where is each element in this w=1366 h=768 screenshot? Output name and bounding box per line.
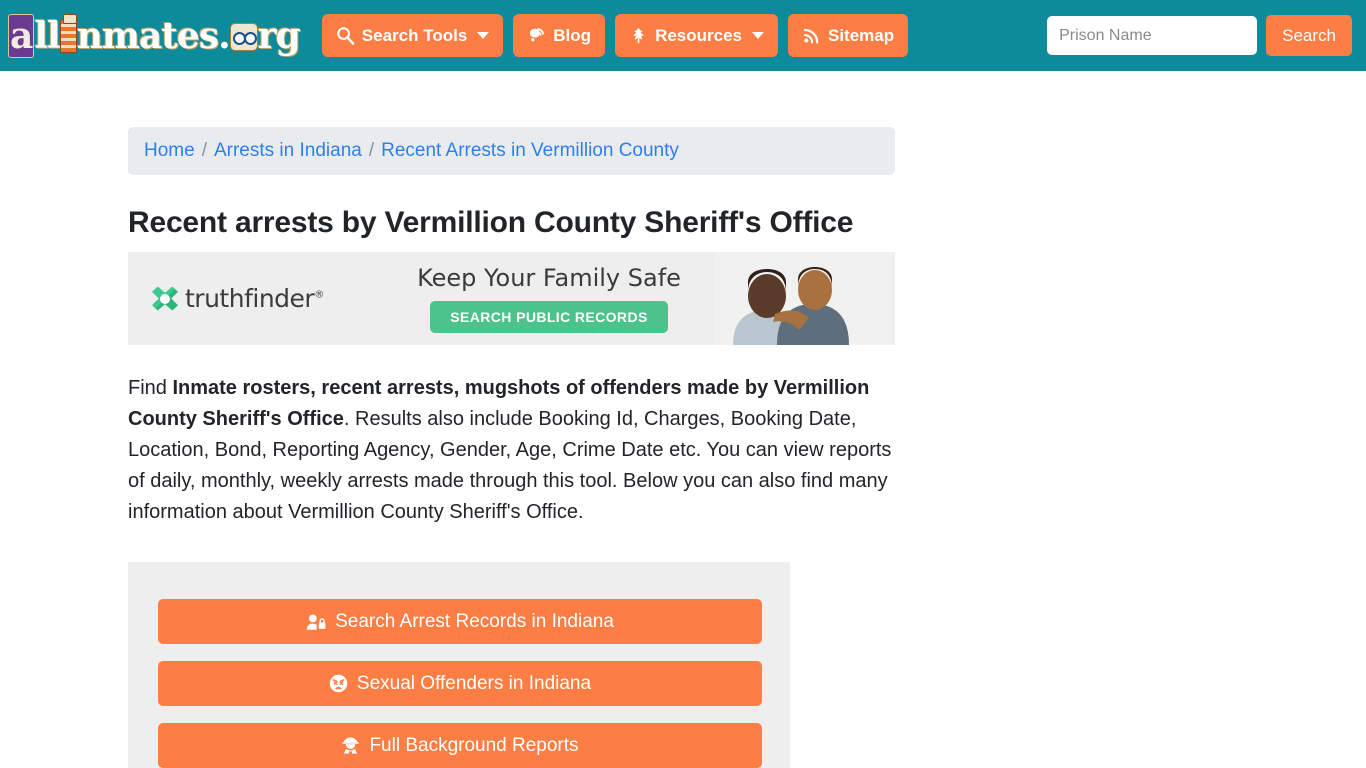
blog-button[interactable]: Blog bbox=[513, 14, 606, 57]
chevron-down-icon bbox=[752, 32, 764, 39]
glasses-face-icon bbox=[229, 22, 258, 51]
truthfinder-mark-icon bbox=[152, 286, 178, 311]
truthfinder-brand-name: truthfinder® bbox=[185, 284, 324, 313]
blogger-icon bbox=[527, 26, 546, 45]
resources-button[interactable]: Resources bbox=[615, 14, 778, 57]
breadcrumb-separator: / bbox=[368, 140, 375, 161]
prisoner-icon bbox=[59, 13, 77, 53]
content-container: Home / Arrests in Indiana / Recent Arres… bbox=[128, 127, 895, 768]
navbar-search-group: Search bbox=[1047, 15, 1352, 56]
page-title: Recent arrests by Vermillion County Sher… bbox=[128, 206, 854, 239]
search-tools-button[interactable]: Search Tools bbox=[321, 14, 504, 57]
breadcrumb-item-recent-arrests[interactable]: Recent Arrests in Vermillion County bbox=[381, 140, 679, 162]
truthfinder-logo: truthfinder® bbox=[152, 284, 324, 313]
ad-cta-button[interactable]: SEARCH PUBLIC RECORDS bbox=[430, 301, 668, 333]
button-label: Sexual Offenders in Indiana bbox=[356, 672, 592, 694]
search-arrest-records-button[interactable]: Search Arrest Records in Indiana bbox=[158, 599, 762, 644]
search-tools-label: Search Tools bbox=[361, 25, 468, 45]
logo-letters-nmates: nmates bbox=[76, 14, 219, 57]
site-logo-text: all nmates. rg bbox=[8, 13, 301, 58]
user-lock-icon bbox=[306, 613, 326, 631]
logo-letter-a: a bbox=[8, 13, 35, 58]
resources-label: Resources bbox=[655, 25, 742, 45]
blog-label: Blog bbox=[553, 25, 592, 45]
rss-icon bbox=[802, 26, 821, 45]
search-icon bbox=[336, 26, 355, 45]
search-submit-button[interactable]: Search bbox=[1266, 15, 1352, 56]
breadcrumb-separator: / bbox=[201, 140, 207, 161]
ad-headline: Keep Your Family Safe bbox=[417, 264, 681, 292]
breadcrumb-item-arrests-in-indiana[interactable]: Arrests in Indiana bbox=[214, 140, 362, 162]
full-background-reports-button[interactable]: Full Background Reports bbox=[158, 723, 762, 768]
user-secret-icon bbox=[341, 736, 360, 755]
intro-paragraph: Find Inmate rosters, recent arrests, mug… bbox=[128, 373, 895, 528]
chevron-down-icon bbox=[477, 32, 490, 39]
breadcrumb: Home / Arrests in Indiana / Recent Arres… bbox=[128, 127, 895, 175]
logo-letters-ll: ll bbox=[34, 14, 60, 57]
search-input[interactable] bbox=[1047, 16, 1258, 55]
breadcrumb-item-home[interactable]: Home bbox=[144, 140, 195, 162]
sitemap-label: Sitemap bbox=[828, 25, 895, 45]
logo-letters-rg: rg bbox=[257, 14, 301, 57]
button-label: Search Arrest Records in Indiana bbox=[335, 610, 614, 632]
quick-actions-panel: Search Arrest Records in Indiana Sexual … bbox=[128, 562, 790, 768]
ad-family-photo bbox=[715, 252, 895, 345]
page-body: Home / Arrests in Indiana / Recent Arres… bbox=[0, 71, 1366, 768]
truthfinder-ad-banner[interactable]: truthfinder® Keep Your Family Safe SEARC… bbox=[128, 252, 895, 345]
button-label: Full Background Reports bbox=[369, 734, 579, 756]
top-navbar: all nmates. rg Search Tools Blog Resources… bbox=[0, 0, 1366, 71]
leaf-icon bbox=[629, 26, 648, 45]
sexual-offenders-button[interactable]: Sexual Offenders in Indiana bbox=[158, 661, 762, 706]
logo-dot: . bbox=[218, 14, 231, 57]
angry-face-icon bbox=[329, 674, 348, 693]
paragraph-lead: Find bbox=[128, 377, 173, 399]
ad-center-block: Keep Your Family Safe SEARCH PUBLIC RECO… bbox=[383, 264, 715, 333]
sitemap-button[interactable]: Sitemap bbox=[788, 14, 909, 57]
site-logo[interactable]: all nmates. rg bbox=[8, 13, 301, 58]
registered-mark: ® bbox=[314, 289, 324, 301]
